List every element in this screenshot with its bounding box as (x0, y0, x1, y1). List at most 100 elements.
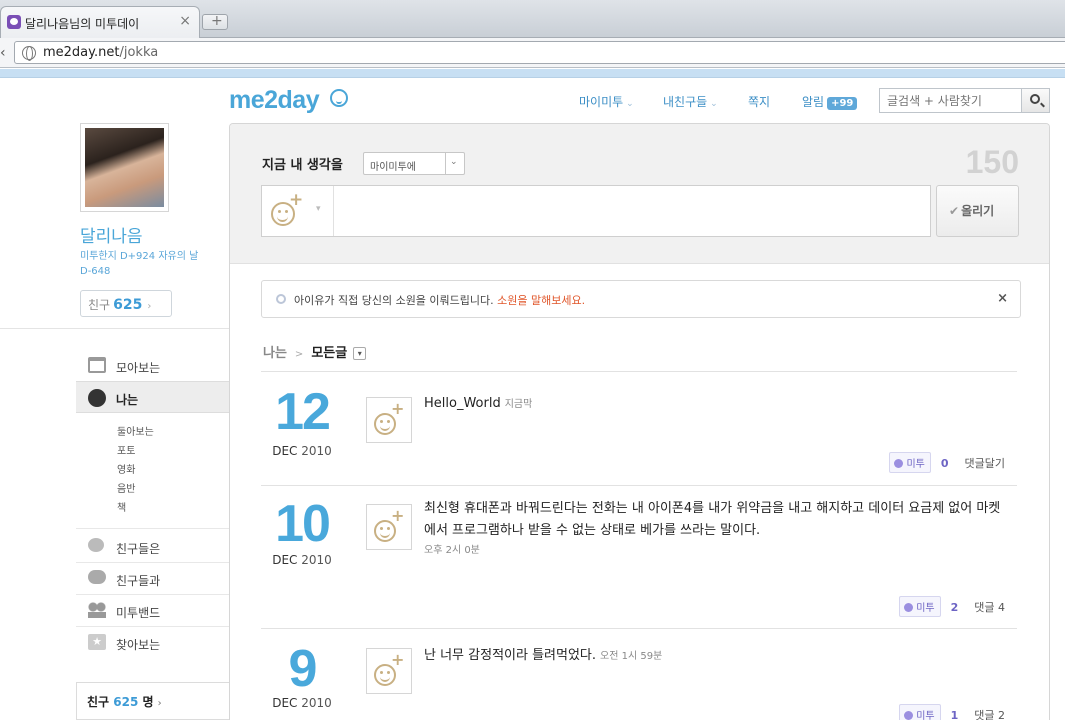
nav-my-friends[interactable]: 내친구들 ⌄ (663, 93, 718, 110)
filter-dropdown-icon[interactable]: ▾ (353, 347, 367, 360)
sidebar-subitem-book[interactable]: 책 (117, 499, 126, 514)
search-button[interactable] (1021, 88, 1050, 113)
post-actions: 미투 0 댓글달기 (889, 452, 1005, 473)
emoticon-picker[interactable]: + ▾ (262, 186, 334, 236)
address-bar: ‹ me2day.net/jokka (0, 38, 1065, 68)
post-button[interactable]: ✔ 올리기 (936, 185, 1019, 237)
sidebar-subitem-photo[interactable]: 포토 (117, 442, 135, 457)
chevron-right-icon: › (147, 301, 152, 312)
post-actions: 미투 2 댓글 4 (899, 596, 1005, 617)
me2-icon (894, 459, 904, 468)
new-tab-button[interactable]: + (202, 13, 228, 30)
chevron-right-icon: › (157, 698, 162, 709)
chevron-down-icon: ▾ (316, 204, 321, 214)
me2-count[interactable]: 0 (941, 457, 949, 470)
globe-icon (22, 46, 36, 61)
sidebar-divider (76, 528, 230, 529)
post-body: 최신형 휴대폰과 바꿔드린다는 전화는 내 아이폰4를 내가 위약금을 내고 해… (424, 498, 1009, 560)
breadcrumb-current: 모든글 (311, 346, 348, 361)
compose-input[interactable]: + ▾ (261, 185, 931, 237)
post-day: 10 (275, 495, 331, 553)
reply-link[interactable]: 댓글달기 (965, 457, 1005, 470)
profile-meta: 미투한지 D+924 자유의 날 D-648 (80, 251, 199, 277)
breadcrumb-parent[interactable]: 나는 (263, 346, 287, 361)
chevron-down-icon: ⌄ (450, 157, 458, 167)
sidebar-subitem-album[interactable]: 음반 (117, 480, 135, 495)
reply-link[interactable]: 댓글 2 (974, 709, 1005, 720)
post-day: 9 (288, 640, 318, 698)
me2-count[interactable]: 1 (951, 709, 959, 720)
url-text: me2day.net/jokka (43, 45, 159, 60)
star-icon: ★ (88, 634, 106, 650)
friends-box-label: 친구 625 명 › (87, 695, 162, 709)
post-body: Hello_World 지금막 (424, 393, 1004, 416)
post-date: DEC 2010 (272, 553, 332, 567)
plus-icon: + (211, 13, 223, 29)
post-day: 12 (275, 383, 331, 441)
post-emoticon: + (366, 397, 412, 443)
post-actions: 미투 1 댓글 2 (899, 704, 1005, 720)
post-time[interactable]: 지금막 (505, 399, 533, 410)
me2-count[interactable]: 2 (951, 601, 959, 614)
notice-link[interactable]: 소원을 말해보세요. (497, 294, 585, 307)
post-date: DEC 2010 (272, 444, 332, 458)
logo-smile-icon (330, 89, 348, 107)
post-time[interactable]: 오후 2시 0분 (424, 542, 1009, 560)
post-emoticon: + (366, 648, 412, 694)
notice-banner: 아이유가 직접 당신의 소원을 이뤄드립니다. 소원을 말해보세요. × (261, 280, 1021, 318)
me2-icon (904, 603, 914, 612)
band-icon (88, 602, 106, 618)
search-icon (1030, 94, 1040, 104)
sidebar-item-find[interactable]: ★ 찾아보는 (76, 627, 230, 659)
post-text: Hello_World (424, 396, 501, 411)
calendar-icon (88, 357, 106, 373)
post-text: 난 너무 감정적이라 틀려먹었다. (424, 648, 597, 663)
reply-link[interactable]: 댓글 4 (974, 601, 1005, 614)
close-icon[interactable]: × (997, 291, 1008, 306)
friend-count-button[interactable]: 친구 625 › (80, 290, 172, 317)
back-arrow-icon[interactable]: ‹ (0, 45, 6, 61)
post-text: 최신형 휴대폰과 바꿔드린다는 전화는 내 아이폰4를 내가 위약금을 내고 해… (424, 501, 1001, 538)
divider (261, 485, 1017, 486)
sidebar-item-with-friends[interactable]: 친구들과 (76, 563, 230, 595)
post-time[interactable]: 오전 1시 59분 (600, 651, 662, 662)
sidebar-item-collect[interactable]: 모아보는 (76, 350, 230, 382)
chat-icon (88, 570, 106, 584)
sidebar-item-me[interactable]: 나는 (76, 381, 230, 413)
sidebar-item-friends-are[interactable]: 친구들은 (76, 531, 230, 563)
search-input[interactable] (879, 88, 1022, 113)
me2-button[interactable]: 미투 (889, 452, 931, 473)
main-panel: 지금 내 생각을 마이미투에 ⌄ 150 + ▾ ✔ 올리기 아이유가 직접 당신… (229, 123, 1050, 720)
tab-title: 달리나음님의 미투데이 (25, 17, 140, 31)
nav-notifications[interactable]: 알림 +99 (802, 93, 858, 110)
avatar-photo (85, 128, 164, 207)
me2-icon (904, 711, 914, 720)
sidebar-subitem-browse[interactable]: 둘아보는 (117, 423, 154, 438)
compose-area: 지금 내 생각을 마이미투에 ⌄ 150 + ▾ ✔ 올리기 (230, 124, 1049, 264)
sidebar-subitem-movie[interactable]: 영화 (117, 461, 135, 476)
me2day-favicon-icon (7, 15, 21, 29)
compose-label: 지금 내 생각을 (262, 158, 343, 173)
me2-button[interactable]: 미투 (899, 704, 941, 720)
check-icon: ✔ (949, 204, 960, 218)
divider (261, 371, 1017, 372)
profile-name[interactable]: 달리나음 (80, 222, 143, 247)
plus-icon: + (289, 190, 304, 210)
me2day-logo[interactable]: me2day (229, 86, 320, 115)
post-body: 난 너무 감정적이라 틀려먹었다. 오전 1시 59분 (424, 645, 1004, 668)
friends-box[interactable]: 친구 625 명 › (76, 682, 230, 720)
bubbles-icon (88, 538, 104, 552)
tab-close-icon[interactable]: × (179, 13, 191, 29)
avatar[interactable] (80, 123, 169, 212)
browser-tab-bar: 달리나음님의 미투데이 × + (0, 0, 1065, 38)
url-field[interactable]: me2day.net/jokka (14, 41, 1065, 64)
post-emoticon: + (366, 504, 412, 550)
post-target-select[interactable]: 마이미투에 ⌄ (363, 152, 465, 175)
nav-my-me2day[interactable]: 마이미투 ⌄ (579, 93, 634, 110)
browser-tab[interactable]: 달리나음님의 미투데이 × (0, 6, 200, 38)
sidebar-item-me2band[interactable]: 미투밴드 (76, 595, 230, 627)
chevron-down-icon: ⌄ (626, 99, 634, 109)
nav-messages[interactable]: 쪽지 (748, 93, 770, 110)
post-date: DEC 2010 (272, 696, 332, 710)
me2-button[interactable]: 미투 (899, 596, 941, 617)
